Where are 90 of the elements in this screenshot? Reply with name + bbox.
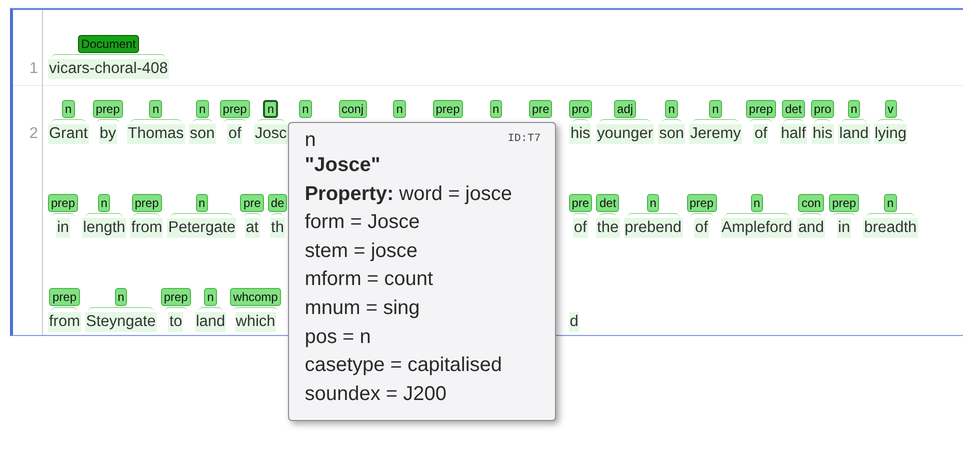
token-word: of xyxy=(227,124,242,144)
token-word: from xyxy=(48,312,81,332)
token-word: of xyxy=(572,218,588,238)
span-label[interactable]: con xyxy=(798,194,824,212)
property-line: mnum = sing xyxy=(304,296,421,321)
span-label[interactable]: prep xyxy=(92,100,123,118)
span-label[interactable]: adj xyxy=(614,100,636,118)
span-label[interactable]: n xyxy=(646,194,660,212)
span-label[interactable]: prep xyxy=(432,100,463,118)
token-word: his xyxy=(812,124,834,144)
token-word: Grant xyxy=(48,124,89,144)
property-line: form = Josce xyxy=(304,210,421,236)
span-label[interactable]: pro xyxy=(568,100,592,118)
line-number: 1 xyxy=(29,59,38,79)
span-label[interactable]: prep xyxy=(829,194,860,212)
span-label[interactable]: prep xyxy=(48,194,78,212)
span-label[interactable]: det xyxy=(596,194,620,212)
span-label[interactable]: det xyxy=(782,100,805,118)
token-word: Thomas xyxy=(126,124,185,144)
token-word: d xyxy=(568,312,580,332)
token-word: land xyxy=(194,312,226,332)
property-line: casetype = capitalised xyxy=(304,353,504,378)
span-label[interactable]: n xyxy=(709,100,722,118)
span-label[interactable]: n xyxy=(196,194,208,212)
span-label[interactable]: n xyxy=(884,194,897,212)
token-word: in xyxy=(56,218,70,238)
token-word: length xyxy=(82,218,126,238)
token-word: Steyngate xyxy=(85,312,157,332)
span-label[interactable]: n xyxy=(665,100,678,118)
span-label[interactable]: conj xyxy=(338,100,367,118)
token-word: his xyxy=(569,124,592,144)
span-label[interactable]: whcomp xyxy=(230,288,281,306)
token-word: to xyxy=(168,312,184,332)
token-word: of xyxy=(753,124,768,144)
property-line: Property: word = josce xyxy=(304,182,513,207)
span-label[interactable]: n xyxy=(750,194,764,212)
span-label[interactable]: n xyxy=(393,100,406,118)
token-word: th xyxy=(270,218,285,238)
document-label[interactable]: Document xyxy=(78,35,139,53)
span-label[interactable]: n xyxy=(848,100,860,118)
annotation-text: "Josce" xyxy=(304,153,382,178)
token-word: prebend xyxy=(624,218,682,238)
span-label[interactable]: prep xyxy=(160,288,191,306)
property-line: mform = count xyxy=(304,267,434,292)
token-word: breadth xyxy=(863,218,918,238)
span-label[interactable]: de xyxy=(268,194,288,212)
token-word: son xyxy=(658,124,686,144)
span-label[interactable]: n xyxy=(196,100,209,118)
token-word: and xyxy=(797,218,826,238)
token-word: half xyxy=(780,124,807,144)
span-label[interactable]: n xyxy=(114,288,128,306)
token-word: by xyxy=(98,124,117,144)
span-label[interactable]: prep xyxy=(132,194,162,212)
property-line: stem = josce xyxy=(304,238,419,264)
token-word: land xyxy=(838,124,870,144)
annotation-id: ID:T7 xyxy=(508,132,541,147)
span-label[interactable]: n xyxy=(490,100,502,118)
span-label[interactable]: prep xyxy=(746,100,776,118)
span-label[interactable]: n xyxy=(204,288,217,306)
span-label[interactable]: pre xyxy=(240,194,264,212)
span-label[interactable]: n xyxy=(62,100,75,118)
token-word: vicars-choral-408 xyxy=(48,59,169,79)
span-label[interactable]: prep xyxy=(220,100,250,118)
token-word: Petergate xyxy=(167,218,236,238)
span-label[interactable]: pro xyxy=(810,100,834,118)
line-number: 2 xyxy=(29,124,38,144)
property-line: pos = n xyxy=(304,324,372,350)
span-label[interactable]: n xyxy=(299,100,312,118)
token-word: at xyxy=(244,218,260,238)
token-word: younger xyxy=(596,124,654,144)
annotation-type: n xyxy=(304,129,316,151)
span-label[interactable]: n xyxy=(149,100,162,118)
token-word: son xyxy=(188,124,216,144)
token-word: Ampleford xyxy=(720,218,794,238)
token-word: lying xyxy=(874,124,908,144)
token-word: Jeremy xyxy=(689,124,742,144)
token-word: of xyxy=(694,218,709,238)
span-label[interactable]: prep xyxy=(49,288,80,306)
span-label[interactable]: pre xyxy=(528,100,552,118)
token-word: from xyxy=(130,218,164,238)
span-label[interactable]: prep xyxy=(686,194,717,212)
token-word: the xyxy=(596,218,620,238)
span-label[interactable]: v xyxy=(884,100,897,118)
span-label[interactable]: n xyxy=(98,194,110,212)
property-line: soundex = J200 xyxy=(304,382,448,407)
token-word: which xyxy=(234,312,276,332)
span-label[interactable]: n xyxy=(263,100,278,118)
token-word: Josc xyxy=(254,124,288,144)
span-label[interactable]: pre xyxy=(568,194,592,212)
token-word: in xyxy=(837,218,852,238)
